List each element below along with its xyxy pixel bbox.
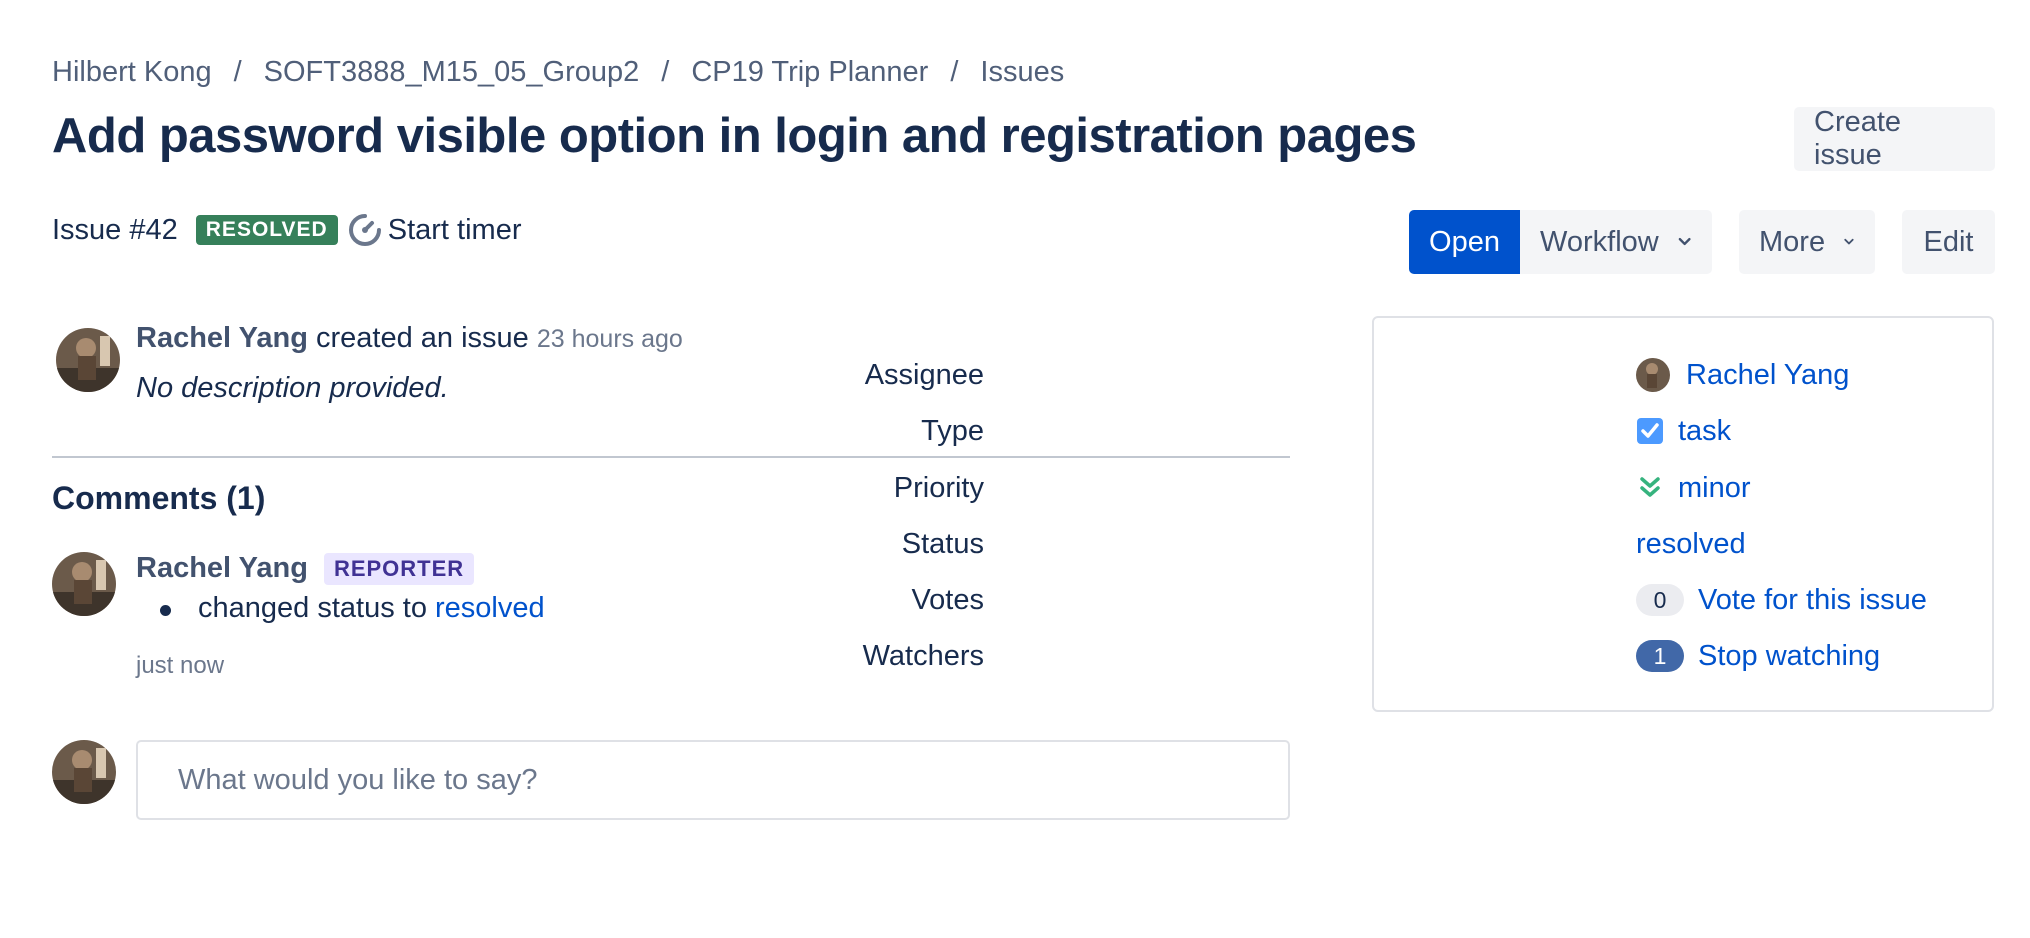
status-label: Status [901,527,984,560]
priority-value: minor [1636,472,1751,505]
status-link[interactable]: resolved [435,592,545,624]
avatar[interactable] [56,328,120,392]
issue-description: No description provided. [136,372,449,404]
start-timer-button[interactable]: Start timer [348,213,522,247]
type-value: task [1636,415,1731,448]
votes-label: Votes [911,583,984,616]
chevron-down-icon [1844,238,1854,245]
votes-value: 0 Vote for this issue [1636,584,1927,617]
votes-count: 0 [1636,584,1684,616]
list-item: changed status to resolved [136,592,545,625]
status-value: resolved [1636,528,1746,561]
activity-action: created an issue [316,322,529,354]
bullet-icon [160,605,171,616]
comment-time: just now [136,652,225,679]
change-list: changed status to resolved [136,592,545,625]
breadcrumb-separator: / [661,56,670,88]
checkbox-icon [1637,418,1663,444]
workflow-dropdown[interactable]: Workflow [1520,210,1712,274]
avatar[interactable] [52,552,116,616]
more-label: More [1759,225,1826,258]
issue-number: Issue #42 [52,213,178,246]
divider [52,456,1290,458]
priority-link[interactable]: minor [1678,472,1751,505]
comment-input[interactable] [136,740,1290,820]
chevron-down-icon [1678,237,1691,246]
more-dropdown[interactable]: More [1739,210,1875,274]
status-badge: RESOLVED [195,215,338,245]
timer-icon [348,214,381,246]
comments-heading: Comments (1) [52,480,266,516]
breadcrumb-separator: / [233,56,242,88]
activity-author[interactable]: Rachel Yang [136,322,308,354]
vote-link[interactable]: Vote for this issue [1698,584,1927,617]
create-issue-button[interactable]: Create issue [1794,106,1995,171]
breadcrumb-repository[interactable]: CP19 Trip Planner [691,56,928,89]
type-label: Type [921,414,984,447]
issue-meta: Issue #42 RESOLVED Start timer [52,213,521,247]
status-link[interactable]: resolved [1636,528,1746,561]
watchers-value: 1 Stop watching [1636,640,1880,673]
avatar [1636,358,1670,392]
breadcrumb: Hilbert Kong / SOFT3888_M15_05_Group2 / … [52,56,1064,89]
type-link[interactable]: task [1678,415,1731,448]
watchers-count: 1 [1636,640,1684,672]
edit-button[interactable]: Edit [1902,210,1995,274]
priority-label: Priority [893,471,984,504]
stop-watching-link[interactable]: Stop watching [1698,640,1880,673]
comment-author[interactable]: Rachel Yang [136,552,308,585]
page-title: Add password visible option in login and… [52,109,1417,163]
assignee-value: Rachel Yang [1636,358,1849,392]
start-timer-label: Start timer [387,213,522,246]
issue-details-panel: Assignee Rachel Yang Type task Priority [863,316,1994,712]
activity-entry: Rachel Yang created an issue 23 hours ag… [136,322,683,355]
double-chevron-down-icon [1640,477,1660,497]
workflow-label: Workflow [1540,225,1659,258]
reporter-badge: REPORTER [323,552,475,585]
comment-header: Rachel Yang REPORTER [136,552,475,585]
watchers-label: Watchers [862,639,984,672]
breadcrumb-separator: / [950,56,959,88]
assignee-link[interactable]: Rachel Yang [1686,359,1849,392]
activity-time: 23 hours ago [536,325,683,353]
assignee-label: Assignee [864,358,984,391]
breadcrumb-issues[interactable]: Issues [980,56,1064,89]
open-button[interactable]: Open [1409,210,1520,274]
avatar[interactable] [52,740,116,804]
breadcrumb-user[interactable]: Hilbert Kong [52,56,212,89]
change-text: changed status to [198,592,427,624]
breadcrumb-group[interactable]: SOFT3888_M15_05_Group2 [264,56,640,89]
